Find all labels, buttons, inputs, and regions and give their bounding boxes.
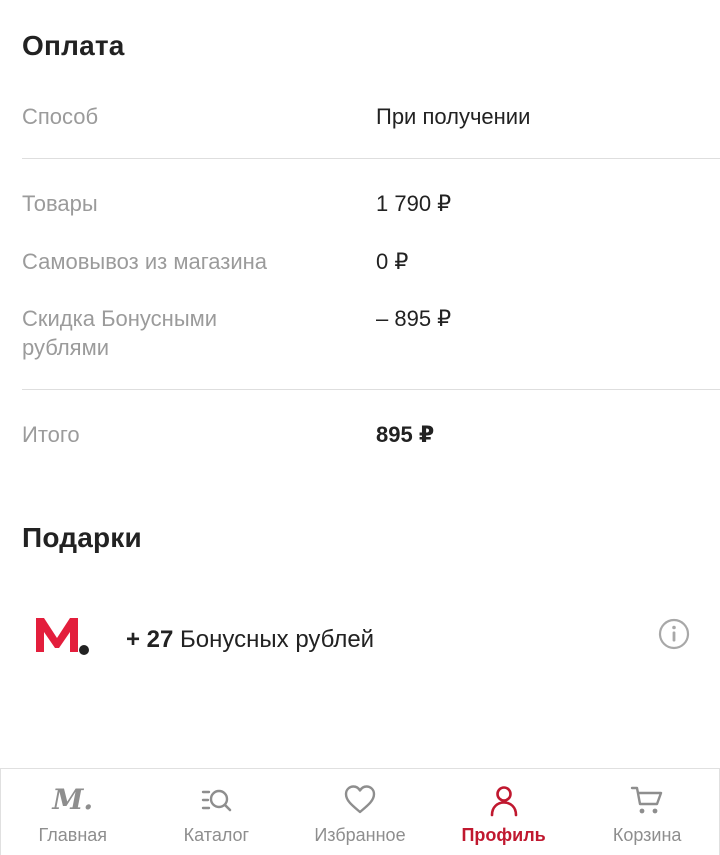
bonus-label: Бонусных рублей xyxy=(173,626,375,653)
tab-home[interactable]: M. Главная xyxy=(1,769,145,855)
goods-label: Товары xyxy=(22,191,98,216)
divider xyxy=(22,389,720,390)
tab-favorites-label: Избранное xyxy=(314,825,406,845)
total-value: 895 ₽ xyxy=(376,422,435,447)
pickup-label: Самовывоз из магазина xyxy=(22,249,267,274)
tab-cart-label: Корзина xyxy=(612,825,682,845)
payment-method-value: При получении xyxy=(376,104,531,129)
bonus-gift-text: + 27 Бонусных рублей xyxy=(126,626,374,654)
mvideo-logo-icon xyxy=(34,612,94,658)
pickup-value: 0 ₽ xyxy=(376,249,409,274)
tab-home-label: Главная xyxy=(38,825,108,845)
bonus-amount: + 27 xyxy=(126,626,174,653)
bottom-tab-bar: M. Главная Каталог Избранное Профиль Кор… xyxy=(0,768,720,855)
m-logo-icon: M. xyxy=(52,783,94,816)
tab-catalog[interactable]: Каталог xyxy=(145,769,289,855)
goods-value: 1 790 ₽ xyxy=(376,191,452,216)
payment-title: Оплата xyxy=(22,30,125,61)
gifts-title: Подарки xyxy=(22,522,142,553)
profile-icon xyxy=(487,783,521,817)
cart-icon xyxy=(630,783,664,817)
total-label: Итого xyxy=(22,422,80,447)
bonus-discount-value: – 895 ₽ xyxy=(376,306,452,331)
divider xyxy=(22,158,720,159)
tab-cart[interactable]: Корзина xyxy=(575,769,719,855)
heart-icon xyxy=(343,783,377,817)
payment-method-label: Способ xyxy=(22,104,99,129)
bonus-discount-label: Скидка Бонусными рублями xyxy=(22,306,218,360)
tab-profile-label: Профиль xyxy=(461,825,546,845)
tab-profile[interactable]: Профиль xyxy=(432,769,576,855)
tab-favorites[interactable]: Избранное xyxy=(288,769,432,855)
info-icon[interactable] xyxy=(658,618,690,650)
catalog-search-icon xyxy=(199,783,233,817)
tab-catalog-label: Каталог xyxy=(183,825,250,845)
